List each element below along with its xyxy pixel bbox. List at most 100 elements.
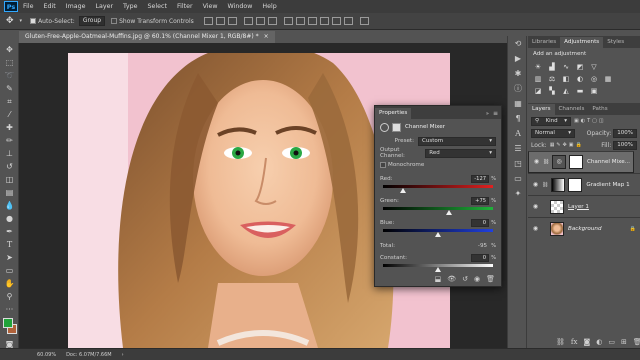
move-tool-icon[interactable]: ✥ bbox=[6, 16, 14, 26]
link-layers-icon[interactable]: ⛓ bbox=[556, 338, 565, 346]
healing-brush-tool-icon[interactable]: ✚ bbox=[0, 121, 19, 134]
layer-row[interactable]: ◉ ⛓ ◎ Channel Mixe... bbox=[528, 151, 634, 173]
panel-menu-icon[interactable]: ≡ bbox=[493, 110, 498, 117]
more-tools-icon[interactable]: ··· bbox=[0, 303, 19, 316]
layer-row[interactable]: ◉ Layer 1 bbox=[528, 195, 640, 217]
constant-slider-handle[interactable] bbox=[435, 267, 441, 272]
menu-select[interactable]: Select bbox=[148, 3, 167, 10]
align-left-icon[interactable] bbox=[243, 17, 253, 25]
selective-color-icon[interactable]: ▣ bbox=[589, 86, 599, 95]
menu-help[interactable]: Help bbox=[262, 3, 276, 10]
output-channel-dropdown[interactable]: Red ▾ bbox=[425, 148, 496, 158]
tab-channels[interactable]: Channels bbox=[555, 104, 589, 115]
glyphs-icon[interactable]: ✦ bbox=[508, 186, 528, 201]
fill-input[interactable]: 100% bbox=[613, 140, 637, 150]
eyedropper-tool-icon[interactable]: ⁄ bbox=[0, 108, 19, 121]
properties-icon[interactable]: ☰ bbox=[508, 141, 528, 156]
layer-row[interactable]: ◉ Background 🔒 bbox=[528, 217, 640, 239]
reset-icon[interactable]: ↺ bbox=[462, 275, 468, 283]
invert-icon[interactable]: ◪ bbox=[533, 86, 543, 95]
layer-kind-dropdown[interactable]: ⚲ Kind ▾ bbox=[531, 116, 571, 126]
brightness-contrast-icon[interactable]: ☀ bbox=[533, 62, 543, 71]
hand-tool-icon[interactable]: ✋ bbox=[0, 277, 19, 290]
auto-select-dropdown[interactable]: Group bbox=[78, 16, 106, 26]
tab-libraries[interactable]: Libraries bbox=[528, 37, 560, 48]
align-vcenter-icon[interactable] bbox=[215, 17, 225, 25]
move-tool-icon[interactable]: ✥ bbox=[0, 43, 19, 56]
actions-icon[interactable]: ▶ bbox=[508, 51, 528, 66]
visibility-icon[interactable]: ◉ bbox=[474, 275, 480, 283]
blue-slider[interactable] bbox=[383, 229, 493, 237]
crop-tool-icon[interactable]: ⌗ bbox=[0, 95, 19, 108]
quick-select-tool-icon[interactable]: ✎ bbox=[0, 82, 19, 95]
constant-slider[interactable] bbox=[383, 264, 493, 272]
clone-stamp-tool-icon[interactable]: ⊥ bbox=[0, 147, 19, 160]
paragraph-icon[interactable]: ¶ bbox=[508, 111, 528, 126]
layer-style-icon[interactable]: fx bbox=[571, 338, 578, 346]
posterize-icon[interactable]: ▚ bbox=[547, 86, 557, 95]
tab-adjustments[interactable]: Adjustments bbox=[560, 37, 604, 48]
lock-icons[interactable]: ▦✎✥▣🔒 bbox=[550, 142, 584, 148]
distribute-right-icon[interactable] bbox=[343, 17, 353, 25]
gradient-map-icon[interactable]: ▬ bbox=[575, 86, 585, 95]
character-icon[interactable]: A bbox=[508, 126, 528, 141]
menu-window[interactable]: Window bbox=[228, 3, 253, 10]
visibility-eye-icon[interactable]: ◉ bbox=[531, 181, 540, 188]
tab-layers[interactable]: Layers bbox=[528, 104, 555, 115]
document-tab[interactable]: Gluten-Free-Apple-Oatmeal-Muffins.jpg @ … bbox=[19, 31, 275, 43]
new-layer-icon[interactable]: ⊞ bbox=[621, 338, 627, 346]
clip-to-layer-icon[interactable]: ⬓ bbox=[435, 275, 442, 283]
auto-align-icon[interactable] bbox=[359, 17, 369, 25]
hue-saturation-icon[interactable]: ▥ bbox=[533, 74, 543, 83]
menu-file[interactable]: File bbox=[23, 3, 34, 10]
align-right-icon[interactable] bbox=[267, 17, 277, 25]
exposure-icon[interactable]: ◩ bbox=[575, 62, 585, 71]
filter-icons[interactable]: ▣◐T▢◫ bbox=[574, 118, 606, 124]
visibility-eye-icon[interactable]: ◉ bbox=[532, 158, 541, 166]
lasso-tool-icon[interactable]: ➰ bbox=[0, 69, 19, 82]
pen-tool-icon[interactable]: ✒ bbox=[0, 225, 19, 238]
red-slider[interactable] bbox=[383, 185, 493, 193]
zoom-tool-icon[interactable]: ⚲ bbox=[0, 290, 19, 303]
align-bottom-icon[interactable] bbox=[227, 17, 237, 25]
gradient-tool-icon[interactable]: ▤ bbox=[0, 186, 19, 199]
new-group-icon[interactable]: ▭ bbox=[608, 338, 615, 346]
auto-select-checkbox[interactable] bbox=[30, 18, 37, 24]
tool-preset-chevron-icon[interactable]: ▾ bbox=[20, 18, 23, 24]
swatches-icon[interactable]: ▦ bbox=[508, 96, 528, 111]
show-transform-checkbox[interactable] bbox=[111, 18, 118, 24]
color-balance-icon[interactable]: ⚖ bbox=[547, 74, 557, 83]
close-tab-icon[interactable]: × bbox=[264, 31, 269, 43]
tab-paths[interactable]: Paths bbox=[588, 104, 611, 115]
align-hcenter-icon[interactable] bbox=[255, 17, 265, 25]
navigator-icon[interactable]: ◳ bbox=[508, 156, 528, 171]
menu-type[interactable]: Type bbox=[123, 3, 137, 10]
distribute-bottom-icon[interactable] bbox=[307, 17, 317, 25]
preset-dropdown[interactable]: Custom ▾ bbox=[418, 136, 496, 146]
type-tool-icon[interactable]: T bbox=[0, 238, 19, 251]
history-brush-tool-icon[interactable]: ↺ bbox=[0, 160, 19, 173]
layer-row[interactable]: ◉ ⛓ Gradient Map 1 bbox=[528, 173, 640, 195]
tab-properties[interactable]: Properties bbox=[375, 108, 412, 119]
brush-settings-icon[interactable]: ✱ bbox=[508, 66, 528, 81]
red-value-input[interactable]: -127 bbox=[471, 175, 490, 183]
menu-view[interactable]: View bbox=[203, 3, 218, 10]
align-top-icon[interactable] bbox=[203, 17, 213, 25]
red-slider-handle[interactable] bbox=[399, 188, 406, 193]
distribute-left-icon[interactable] bbox=[319, 17, 329, 25]
visibility-eye-icon[interactable]: ◉ bbox=[531, 225, 540, 232]
color-lookup-icon[interactable]: ▦ bbox=[603, 74, 613, 83]
delete-icon[interactable]: 🗑 bbox=[486, 275, 495, 283]
constant-value-input[interactable]: 0 bbox=[471, 254, 490, 262]
monochrome-checkbox[interactable] bbox=[380, 162, 386, 168]
marquee-tool-icon[interactable]: ⬚ bbox=[0, 56, 19, 69]
view-previous-icon[interactable]: 👁 bbox=[447, 275, 456, 283]
blue-slider-handle[interactable] bbox=[435, 232, 441, 237]
brush-tool-icon[interactable]: ✏ bbox=[0, 134, 19, 147]
collapse-panel-icon[interactable]: » bbox=[486, 111, 489, 117]
blue-value-input[interactable]: 0 bbox=[471, 219, 490, 227]
foreground-color-swatch[interactable] bbox=[3, 318, 13, 328]
threshold-icon[interactable]: ◭ bbox=[561, 86, 571, 95]
tab-styles[interactable]: Styles bbox=[603, 37, 628, 48]
zoom-level[interactable]: 60.09% bbox=[37, 352, 56, 358]
